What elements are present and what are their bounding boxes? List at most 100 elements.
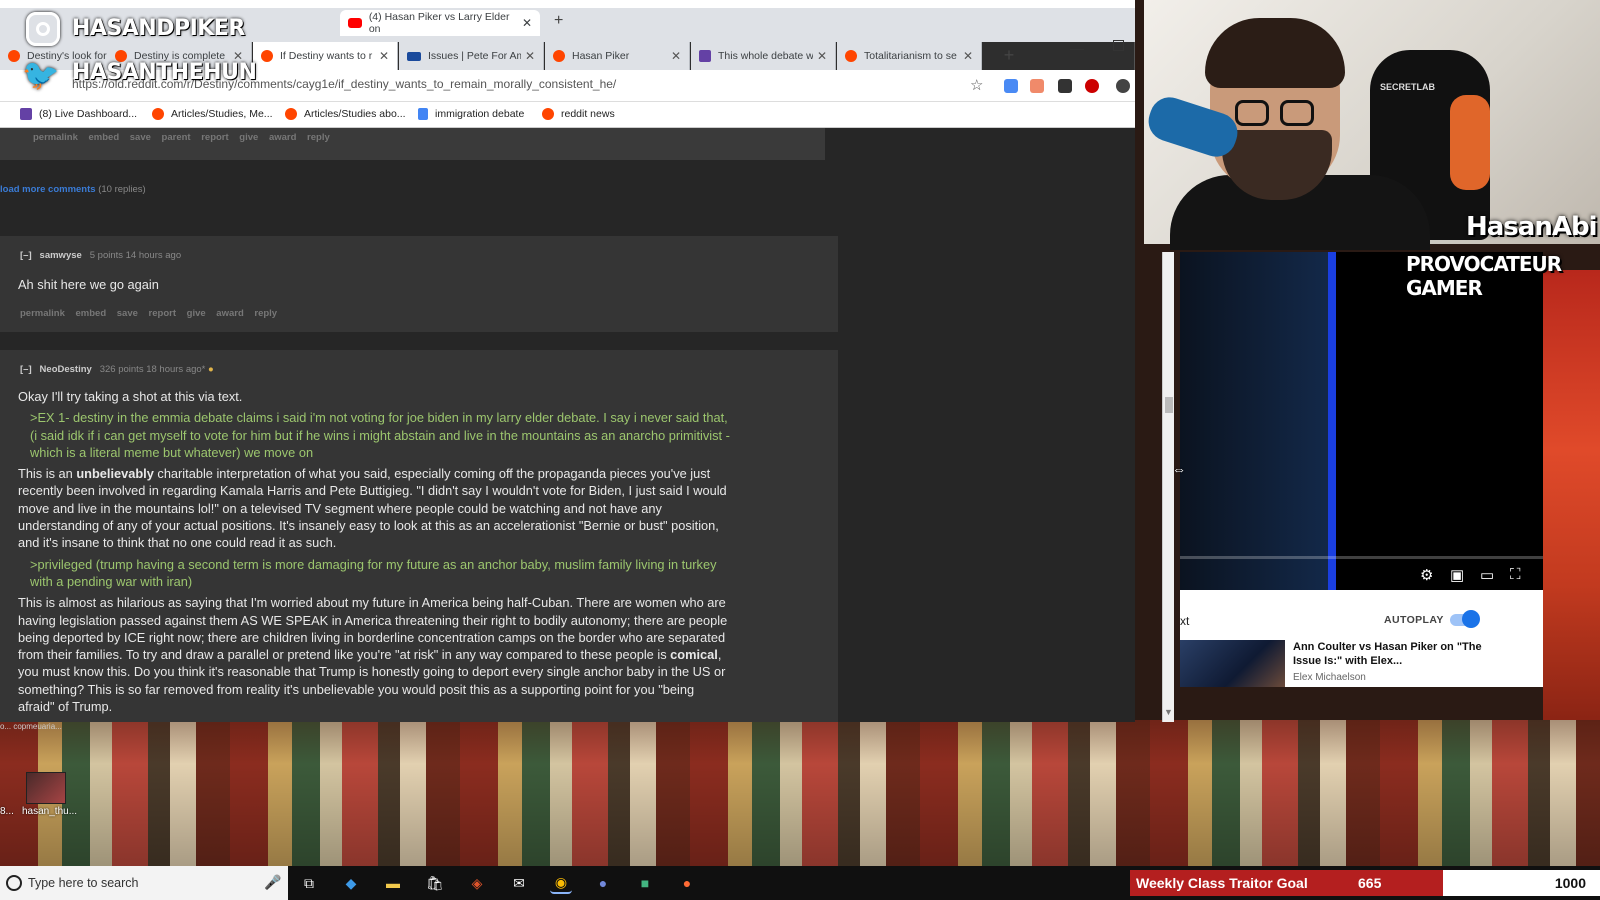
close-icon[interactable]: ✕: [671, 49, 681, 63]
chair-accent: [1450, 95, 1490, 190]
goal-target: 1000: [1554, 875, 1586, 891]
youtube-icon: [348, 18, 362, 28]
app-icon[interactable]: ■: [634, 872, 656, 894]
reddit-icon: [261, 50, 273, 62]
chrome-icon[interactable]: ◉: [550, 872, 572, 894]
autoplay-knob[interactable]: [1462, 610, 1480, 628]
microphone-icon[interactable]: 🎤: [264, 874, 281, 891]
fullscreen-icon[interactable]: ⛶: [1510, 566, 1521, 583]
profile-icon[interactable]: [1116, 79, 1130, 93]
scrollbar[interactable]: [1162, 252, 1174, 722]
discord-icon[interactable]: ●: [592, 872, 614, 894]
theater-mode-icon[interactable]: ▭: [1480, 566, 1494, 584]
paragraph: Okay I'll try taking a shot at this via …: [18, 389, 243, 404]
minimize-button[interactable]: —: [1070, 40, 1084, 56]
close-icon[interactable]: ✕: [963, 49, 973, 63]
app-icon[interactable]: ◈: [466, 872, 488, 894]
bookmark-item[interactable]: Articles/Studies abo...: [285, 108, 406, 120]
bookmark-label: immigration debate: [435, 108, 525, 120]
close-icon[interactable]: ✕: [379, 49, 389, 63]
bookmark-label: Articles/Studies, Me...: [171, 108, 273, 120]
comment-author[interactable]: NeoDestiny: [40, 364, 92, 375]
poster-art: [1543, 270, 1600, 720]
glasses: [1280, 100, 1314, 126]
tab-4[interactable]: Issues | Pete For Am ✕: [399, 42, 544, 70]
task-view-icon[interactable]: ⧉: [298, 872, 320, 894]
next-video-channel[interactable]: Elex Michaelson: [1293, 672, 1366, 683]
scroll-down-arrow-icon[interactable]: ▼: [1164, 707, 1173, 717]
tab-label: Hasan Piker: [572, 50, 630, 62]
scroll-thumb[interactable]: [1165, 397, 1173, 413]
autoplay-label: AUTOPLAY: [1384, 614, 1444, 626]
extension-icon[interactable]: [1085, 79, 1099, 93]
extension-icon[interactable]: [1004, 79, 1018, 93]
desktop-label: 8...: [0, 806, 14, 817]
reddit-icon: [845, 50, 857, 62]
title-strip: [0, 0, 1135, 8]
streamer-title: PROVOCATEUR GAMER: [1406, 252, 1562, 300]
bookmark-item[interactable]: reddit news: [542, 108, 615, 120]
miniplayer-icon[interactable]: ▣: [1450, 566, 1464, 584]
bookmark-label: (8) Live Dashboard...: [39, 108, 138, 120]
settings-gear-icon[interactable]: ⚙: [1420, 566, 1433, 584]
tab-5[interactable]: Hasan Piker ✕: [545, 42, 690, 70]
cortana-icon[interactable]: [6, 875, 22, 891]
comment-meta: 5 points 14 hours ago: [89, 250, 182, 261]
streamer-name: HasanAbi: [1466, 212, 1597, 242]
extension-icon[interactable]: [1030, 79, 1044, 93]
collapse-toggle[interactable]: [–]: [20, 250, 32, 261]
desktop-shortcut-thumbnail[interactable]: [26, 772, 66, 804]
tab-label: Totalitarianism to se: [864, 50, 957, 62]
comment-actions[interactable]: permalink embed save parent report give …: [33, 132, 330, 143]
reddit-icon: [285, 108, 297, 120]
paragraph: This is an unbelievably charitable inter…: [18, 465, 733, 551]
bookmark-star-icon[interactable]: ☆: [970, 76, 983, 94]
video-player[interactable]: ⚙ ▣ ▭ ⛶: [1180, 252, 1543, 590]
tab-7[interactable]: Totalitarianism to se ✕: [837, 42, 982, 70]
comment-samwyse: [–] samwyse 5 points 14 hours ago Ah shi…: [0, 236, 838, 332]
app-icon[interactable]: ●: [676, 872, 698, 894]
bookmark-item[interactable]: Articles/Studies, Me...: [152, 108, 273, 120]
twitch-icon: [699, 50, 711, 62]
load-more-link[interactable]: load more comments: [0, 184, 96, 195]
comment-author[interactable]: samwyse: [40, 250, 82, 261]
new-tab-button[interactable]: +: [998, 44, 1020, 66]
bookmark-item[interactable]: immigration debate: [418, 108, 524, 120]
dropbox-icon[interactable]: ◆: [340, 872, 362, 894]
goal-bar: Weekly Class Traitor Goal 665 1000: [1130, 870, 1600, 896]
tab-youtube[interactable]: (4) Hasan Piker vs Larry Elder on ✕: [340, 10, 540, 36]
comment-actions[interactable]: permalink embed save report give award r…: [20, 308, 277, 319]
close-icon[interactable]: ✕: [525, 49, 535, 63]
bookmark-item[interactable]: (8) Live Dashboard...: [20, 108, 137, 120]
next-video-thumbnail[interactable]: [1180, 640, 1285, 687]
search-box[interactable]: Type here to search 🎤: [0, 866, 288, 900]
new-tab-button[interactable]: +: [554, 12, 563, 30]
collapse-toggle[interactable]: [–]: [20, 364, 32, 375]
close-icon[interactable]: ✕: [817, 49, 827, 63]
quote: >EX 1- destiny in the emmia debate claim…: [30, 410, 730, 460]
video-progress-bar[interactable]: [1180, 556, 1543, 559]
doc-icon: [418, 108, 428, 120]
close-icon[interactable]: ✕: [522, 16, 532, 30]
store-icon[interactable]: 🛍: [424, 872, 446, 894]
file-explorer-icon[interactable]: ▬: [382, 872, 404, 894]
extension-icon[interactable]: [1058, 79, 1072, 93]
search-input[interactable]: Type here to search: [28, 876, 138, 890]
video-frame-bar: [1328, 252, 1336, 590]
tab-6[interactable]: This whole debate w ✕: [691, 42, 836, 70]
comment-body: Okay I'll try taking a shot at this via …: [18, 388, 733, 719]
tab-label: This whole debate w: [718, 50, 813, 62]
maximize-button[interactable]: [1113, 40, 1124, 51]
load-more-comments[interactable]: load more comments (10 replies): [0, 184, 146, 195]
bold-text: comical: [670, 647, 718, 663]
mail-icon[interactable]: ✉: [508, 872, 530, 894]
bookmark-label: Articles/Studies abo...: [304, 108, 406, 120]
up-next-label: xt: [1180, 614, 1190, 628]
comment-neodestiny: [–] NeoDestiny 326 points 18 hours ago* …: [0, 350, 838, 722]
twitter-handle: HASANTHEHUN: [72, 60, 257, 85]
resize-cursor-icon: ⇔: [1172, 461, 1186, 477]
previous-comment: permalink embed save parent report give …: [0, 128, 825, 160]
tab-3-active[interactable]: If Destiny wants to r ✕: [253, 42, 398, 70]
next-video-title[interactable]: Ann Coulter vs Hasan Piker on "The Issue…: [1293, 640, 1493, 668]
desktop-shortcut-label[interactable]: hasan_thu...: [22, 806, 77, 817]
